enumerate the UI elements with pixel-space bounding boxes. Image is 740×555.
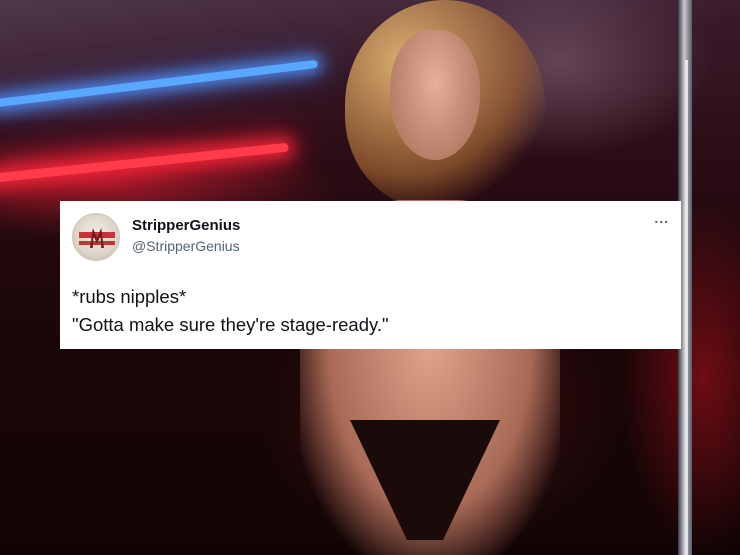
tweet-line: *rubs nipples* <box>72 286 187 307</box>
avatar-emblem <box>90 228 104 248</box>
logo-badge-icon[interactable] <box>72 213 120 261</box>
pole-highlight <box>685 60 688 555</box>
tweet-line: "Gotta make sure they're stage-ready." <box>72 314 389 335</box>
display-name[interactable]: StripperGenius <box>132 217 240 234</box>
avatar-stripe <box>79 232 115 238</box>
user-handle[interactable]: @StripperGenius <box>132 238 240 254</box>
tweet-text: *rubs nipples* "Gotta make sure they're … <box>72 283 667 339</box>
performer-face <box>390 30 480 160</box>
tweet-card: StripperGenius @StripperGenius ... *rubs… <box>60 201 681 349</box>
more-options-icon[interactable]: ... <box>654 211 669 225</box>
